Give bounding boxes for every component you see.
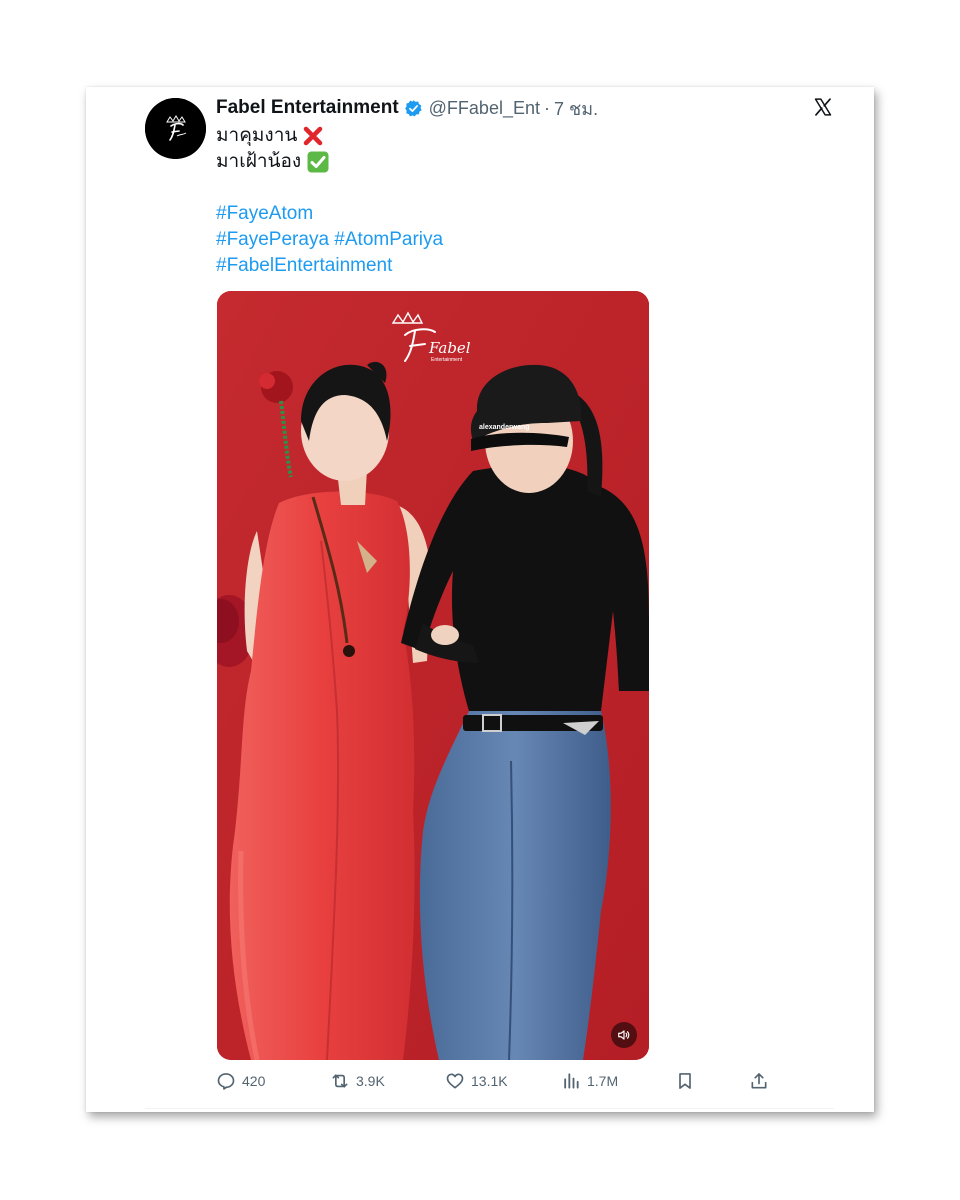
share-icon <box>751 1073 767 1089</box>
hashtag-fayeperaya[interactable]: #FayePeraya <box>216 229 329 250</box>
hashtag-atompariya[interactable]: #AtomPariya <box>334 229 443 250</box>
text-line-1-content: มาคุมงาน <box>216 125 298 146</box>
action-bar: 420 3.9K 13.1K 1.7M <box>216 1069 776 1093</box>
tweet-card: Fabel Entertainment @FFabel_Ent · 7 ชม. … <box>86 87 874 1112</box>
text-line-1: มาคุมงาน <box>216 123 736 149</box>
check-mark-button-icon <box>307 151 329 173</box>
volume-button[interactable] <box>611 1022 637 1048</box>
hashtag-fabelentertainment[interactable]: #FabelEntertainment <box>216 255 392 276</box>
repost-count: 3.9K <box>356 1073 385 1089</box>
bookmark-icon <box>679 1073 691 1089</box>
views-chart-icon <box>564 1073 579 1089</box>
bottom-divider <box>145 1108 834 1109</box>
post-time[interactable]: 7 ชม. <box>554 94 598 123</box>
tweet-text: มาคุมงาน มาเฝ้าน้อง #FayeAtom #FayePeray… <box>216 123 736 279</box>
bookmark-button[interactable] <box>675 1069 695 1093</box>
video-frame: Fabel Entertainment alexanderwang <box>217 291 649 1060</box>
tweet-header: Fabel Entertainment @FFabel_Ent · 7 ชม. <box>216 95 598 121</box>
heart-icon <box>446 1073 464 1089</box>
author-handle[interactable]: @FFabel_Ent <box>429 98 540 119</box>
watermark-text: Fabel <box>428 339 471 357</box>
hashtag-fayeatom[interactable]: #FayeAtom <box>216 203 313 224</box>
fabel-logo-icon <box>145 98 206 159</box>
text-line-2-content: มาเฝ้าน้อง <box>216 151 302 172</box>
hashtag-block: #FayeAtom #FayePeraya #AtomPariya #Fabel… <box>216 201 736 279</box>
views-button[interactable]: 1.7M <box>561 1069 618 1093</box>
avatar[interactable] <box>145 98 206 159</box>
watermark-subtext: Entertainment <box>431 357 463 363</box>
reply-button[interactable]: 420 <box>216 1069 265 1093</box>
repost-button[interactable]: 3.9K <box>330 1069 385 1093</box>
like-button[interactable]: 13.1K <box>445 1069 508 1093</box>
verified-badge-icon <box>404 99 422 116</box>
speaker-icon <box>618 1030 630 1040</box>
like-count: 13.1K <box>471 1073 508 1089</box>
author-name[interactable]: Fabel Entertainment <box>216 97 399 119</box>
separator-dot: · <box>543 97 550 118</box>
cross-mark-icon <box>303 126 323 146</box>
views-count: 1.7M <box>587 1073 619 1089</box>
x-logo-icon[interactable] <box>813 97 833 117</box>
text-line-2: มาเฝ้าน้อง <box>216 149 736 175</box>
reply-count: 420 <box>242 1073 266 1089</box>
repost-icon <box>332 1074 348 1088</box>
tweet-video[interactable]: Fabel Entertainment alexanderwang <box>217 291 649 1060</box>
reply-icon <box>217 1073 235 1090</box>
share-button[interactable] <box>749 1069 769 1093</box>
svg-text:alexanderwang: alexanderwang <box>479 424 530 431</box>
